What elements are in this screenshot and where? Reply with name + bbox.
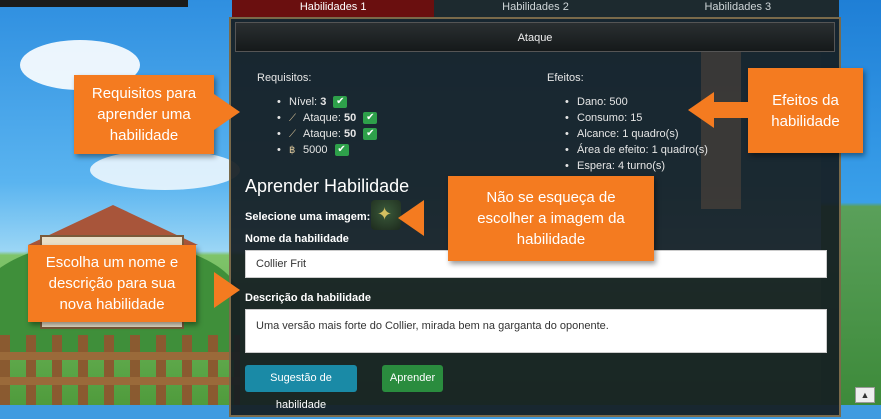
top-bar (0, 0, 188, 7)
cloud (90, 150, 240, 190)
requirement-value: 3 (320, 96, 327, 108)
fence (0, 335, 240, 405)
check-icon: ✔ (333, 96, 348, 109)
skill-image-picker[interactable]: ✦ (371, 200, 401, 230)
berry-icon: ฿ (289, 145, 296, 156)
requirement-berry: ฿ 5000 ✔ (277, 142, 377, 158)
fence-rail (0, 377, 240, 385)
blade-icon: ⟋ (289, 113, 296, 124)
effect-item: Dano: 500 (565, 94, 708, 110)
skill-name-label: Nome da habilidade (245, 233, 349, 245)
callout-effects: Efeitos da habilidade (748, 68, 863, 153)
panel-header: Ataque (235, 22, 835, 52)
requirement-attack: ⟋ Ataque: 50 ✔ (277, 126, 378, 142)
select-image-label: Selecione uma imagem: (245, 211, 371, 223)
tab-habilidades-3[interactable]: Habilidades 3 (637, 0, 839, 17)
callout-name-description: Escolha um nome e descrição para sua nov… (28, 245, 196, 322)
effect-item: Espera: 4 turno(s) (565, 158, 708, 174)
requirement-label: Nível: (289, 96, 318, 108)
skill-description-textarea[interactable]: Uma versão mais forte do Collier, mirada… (245, 309, 827, 353)
requirement-value: 50 (343, 128, 357, 140)
effects-title: Efeitos: (547, 72, 584, 84)
skill-description-label: Descrição da habilidade (245, 292, 371, 304)
check-icon: ✔ (363, 112, 378, 125)
check-icon: ✔ (334, 144, 349, 157)
requirement-label: Ataque: (303, 112, 341, 124)
scroll-up-button[interactable]: ▲ (855, 387, 875, 403)
effect-item: Alcance: 1 quadro(s) (565, 126, 708, 142)
requirements-title: Requisitos: (257, 72, 312, 84)
callout-arrow (398, 200, 424, 236)
requirement-label: Ataque: (303, 128, 341, 140)
effect-item: Área de efeito: 1 quadro(s) (565, 142, 708, 158)
check-icon: ✔ (363, 128, 378, 141)
skill-tabs: Habilidades 1 Habilidades 2 Habilidades … (232, 0, 839, 17)
requirement-value: 5000 (303, 144, 328, 156)
effects-list: Dano: 500 Consumo: 15 Alcance: 1 quadro(… (565, 94, 708, 174)
requirement-value: 50 (343, 112, 357, 124)
callout-arrow (688, 92, 714, 128)
character-icon: ✦ (377, 204, 393, 224)
suggest-skill-button[interactable]: Sugestão de habilidade (245, 365, 357, 411)
tab-habilidades-1[interactable]: Habilidades 1 (232, 0, 435, 17)
requirement-level: Nível: 3 ✔ (277, 94, 377, 110)
requirement-attack: ⟋ Ataque: 50 ✔ (277, 110, 378, 126)
callout-image: Não se esqueça de escolher a imagem da h… (448, 176, 654, 261)
tab-habilidades-2[interactable]: Habilidades 2 (434, 0, 636, 17)
callout-arrow (214, 94, 240, 130)
fence-rail (0, 352, 240, 360)
effect-item: Consumo: 15 (565, 110, 708, 126)
requirements-list: Nível: 3 ✔ ⟋ Ataque: 50 ✔ ⟋ Ataque: 50 ✔ ฿… (277, 94, 378, 158)
callout-requirements: Requisitos para aprender uma habilidade (74, 75, 214, 154)
callout-arrow-shaft (712, 102, 750, 118)
learn-button[interactable]: Aprender (382, 365, 443, 392)
learn-skill-title: Aprender Habilidade (245, 176, 410, 196)
blade-icon: ⟋ (289, 129, 296, 140)
callout-arrow (214, 272, 240, 308)
